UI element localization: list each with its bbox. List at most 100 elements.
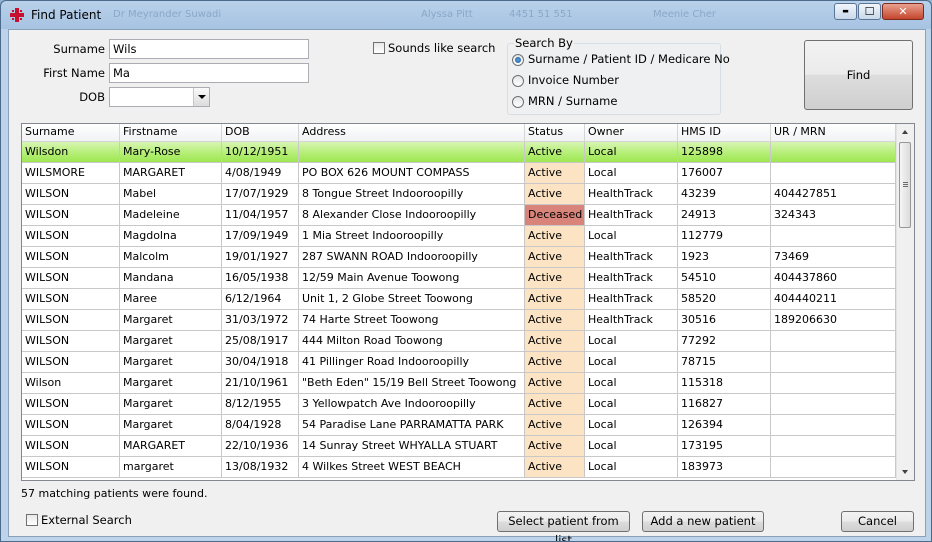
table-row[interactable]: WILSON Margaret 30/04/1918 41 Pillinger Roa… <box>22 352 896 373</box>
cell-hms-id: 126394 <box>678 415 771 436</box>
background-title-text: Alyssa Pitt <box>421 9 473 20</box>
select-patient-button[interactable]: Select patient from list <box>497 511 630 541</box>
cell-status: Active <box>525 373 585 394</box>
cell-address: 287 SWANN ROAD Indooroopilly <box>299 247 525 268</box>
cell-status: Active <box>525 184 585 205</box>
cell-dob: 8/12/1955 <box>222 394 299 415</box>
search-option-invoice-label[interactable]: Invoice Number <box>528 73 619 87</box>
cell-status: Active <box>525 331 585 352</box>
cell-firstname: Margaret <box>120 394 222 415</box>
column-header-address[interactable]: Address <box>299 124 525 141</box>
table-row[interactable]: WILSON margaret 13/08/1932 4 Wilkes Street … <box>22 457 896 478</box>
cell-ur-mrn <box>771 352 896 373</box>
grip-line <box>903 182 908 183</box>
cell-surname: WILSON <box>22 205 120 226</box>
search-option-invoice-radio[interactable] <box>512 75 524 87</box>
table-row[interactable]: Wilsdon Mary-Rose 10/12/1951 Active Local 125… <box>22 142 896 163</box>
table-row[interactable]: WILSON Malcolm 19/01/1927 287 SWANN ROAD In… <box>22 247 896 268</box>
cell-address: 444 Milton Road Toowong <box>299 331 525 352</box>
search-option-surname-label[interactable]: Surname / Patient ID / Medicare No <box>528 52 730 66</box>
medical-cross-icon <box>10 8 24 22</box>
cell-ur-mrn <box>771 142 896 163</box>
cell-ur-mrn: 73469 <box>771 247 896 268</box>
sounds-like-label[interactable]: Sounds like search <box>388 41 495 55</box>
column-header-ur-mrn[interactable]: UR / MRN <box>771 124 896 141</box>
cell-address: Unit 1, 2 Globe Street Toowong <box>299 289 525 310</box>
cell-owner: Local <box>585 142 678 163</box>
cell-ur-mrn: 404440211 <box>771 289 896 310</box>
first-name-label: First Name <box>43 66 105 80</box>
scrollbar-thumb[interactable] <box>899 142 911 228</box>
external-search-checkbox[interactable] <box>26 514 38 526</box>
dialog-body: Surname Wils First Name Ma DOB Sounds li… <box>8 29 926 541</box>
cell-dob: 11/04/1957 <box>222 205 299 226</box>
column-header-firstname[interactable]: Firstname <box>120 124 222 141</box>
cell-firstname: MARGARET <box>120 163 222 184</box>
cell-hms-id: 58520 <box>678 289 771 310</box>
cell-address: "Beth Eden" 15/19 Bell Street Toowong <box>299 373 525 394</box>
table-row[interactable]: WILSON Maree 6/12/1964 Unit 1, 2 Globe Stre… <box>22 289 896 310</box>
cell-owner: HealthTrack <box>585 247 678 268</box>
external-search-label[interactable]: External Search <box>41 513 132 527</box>
cell-surname: WILSON <box>22 184 120 205</box>
cell-address <box>299 142 525 163</box>
cell-surname: WILSON <box>22 436 120 457</box>
cell-firstname: MARGARET <box>120 436 222 457</box>
scroll-down-icon[interactable] <box>897 463 914 480</box>
cell-dob: 25/08/1917 <box>222 331 299 352</box>
cell-status: Active <box>525 289 585 310</box>
cell-ur-mrn <box>771 415 896 436</box>
cell-address: 54 Paradise Lane PARRAMATTA PARK <box>299 415 525 436</box>
cell-ur-mrn: 404437860 <box>771 268 896 289</box>
cell-status: Active <box>525 394 585 415</box>
cell-dob: 31/03/1972 <box>222 310 299 331</box>
cell-firstname: Margaret <box>120 373 222 394</box>
add-new-patient-button[interactable]: Add a new patient <box>642 511 764 532</box>
cell-status: Active <box>525 247 585 268</box>
cell-status: Active <box>525 163 585 184</box>
cell-address: 1 Mia Street Indooroopilly <box>299 226 525 247</box>
column-header-status[interactable]: Status <box>525 124 585 141</box>
cell-owner: Local <box>585 457 678 478</box>
dob-combobox[interactable] <box>109 87 210 107</box>
sounds-like-checkbox[interactable] <box>373 42 385 54</box>
table-row[interactable]: Wilson Margaret 21/10/1961 "Beth Eden" 15/1… <box>22 373 896 394</box>
close-button[interactable]: ✕ <box>882 3 924 20</box>
cell-owner: HealthTrack <box>585 310 678 331</box>
maximize-button[interactable]: ☐ <box>858 3 881 20</box>
table-row[interactable]: WILSON Margaret 31/03/1972 74 Harte Street … <box>22 310 896 331</box>
vertical-scrollbar[interactable] <box>896 124 914 480</box>
table-row[interactable]: WILSON Margaret 25/08/1917 444 Milton Road … <box>22 331 896 352</box>
table-row[interactable]: WILSMORE MARGARET 4/08/1949 PO BOX 626 MOUN… <box>22 163 896 184</box>
cell-ur-mrn <box>771 394 896 415</box>
table-row[interactable]: WILSON Mabel 17/07/1929 8 Tongue Street Ind… <box>22 184 896 205</box>
surname-input[interactable]: Wils <box>109 39 309 59</box>
find-button[interactable]: Find <box>804 40 913 110</box>
cell-ur-mrn: 404427851 <box>771 184 896 205</box>
table-row[interactable]: WILSON Margaret 8/12/1955 3 Yellowpatch Ave… <box>22 394 896 415</box>
search-option-surname-radio[interactable] <box>512 54 524 66</box>
table-header: Surname Firstname DOB Address Status Own… <box>22 124 896 142</box>
scroll-up-icon[interactable] <box>897 124 914 141</box>
table-row[interactable]: WILSON Magdolna 17/09/1949 1 Mia Street Ind… <box>22 226 896 247</box>
table-row[interactable]: WILSON MARGARET 22/10/1936 14 Sunray Street… <box>22 436 896 457</box>
title-bar[interactable]: Find Patient Dr Meyrander Suwadi Alyssa … <box>1 1 931 29</box>
column-header-hms-id[interactable]: HMS ID <box>678 124 771 141</box>
first-name-input[interactable]: Ma <box>109 63 309 83</box>
cell-ur-mrn <box>771 163 896 184</box>
column-header-dob[interactable]: DOB <box>222 124 299 141</box>
grip-line <box>903 184 908 185</box>
minimize-button[interactable]: ▬ <box>834 3 857 20</box>
cancel-button[interactable]: Cancel <box>841 511 914 532</box>
cell-status: Active <box>525 310 585 331</box>
search-option-mrn-radio[interactable] <box>512 96 524 108</box>
chevron-down-icon[interactable] <box>193 88 209 106</box>
cell-firstname: Margaret <box>120 415 222 436</box>
search-option-mrn-label[interactable]: MRN / Surname <box>528 94 617 108</box>
table-row[interactable]: WILSON Margaret 8/04/1928 54 Paradise Lane … <box>22 415 896 436</box>
table-row[interactable]: WILSON Madeleine 11/04/1957 8 Alexander Clo… <box>22 205 896 226</box>
table-row[interactable]: WILSON Mandana 16/05/1938 12/59 Main Avenue… <box>22 268 896 289</box>
column-header-surname[interactable]: Surname <box>22 124 120 141</box>
cell-hms-id: 115318 <box>678 373 771 394</box>
column-header-owner[interactable]: Owner <box>585 124 678 141</box>
